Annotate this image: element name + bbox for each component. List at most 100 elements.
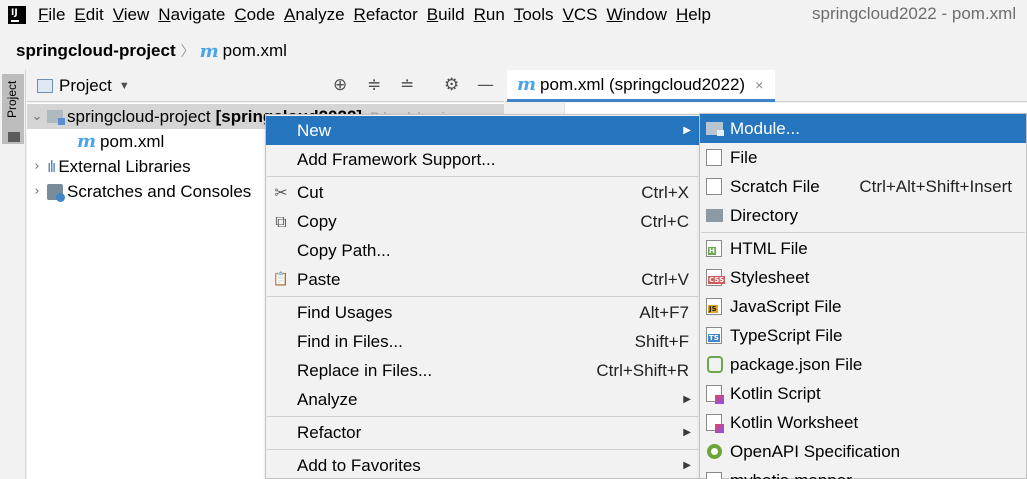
menu-item-find-in-files[interactable]: Find in Files... Shift+F <box>266 327 699 356</box>
ts-file-icon: TS <box>706 327 722 344</box>
menu-item-new[interactable]: New ▶ <box>266 116 699 145</box>
submenu-arrow-icon: ▶ <box>683 394 691 405</box>
kotlin-worksheet-icon <box>706 414 724 433</box>
menu-item-label: Copy <box>297 211 337 231</box>
hide-panel-icon[interactable]: — <box>477 75 494 95</box>
menu-refactor[interactable]: Refactor <box>354 5 418 25</box>
left-tool-strip: Project <box>0 70 26 479</box>
project-panel-title[interactable]: Project <box>59 76 112 96</box>
library-icon: ılı <box>47 157 56 176</box>
breadcrumb-file[interactable]: pom.xml <box>223 41 287 61</box>
menu-item-label: Add to Favorites <box>297 455 421 475</box>
submenu-arrow-icon: ▶ <box>683 427 691 438</box>
menu-analyze[interactable]: Analyze <box>284 5 344 25</box>
new-submenu: Module... File Scratch File Ctrl+Alt+Shi… <box>699 113 1027 479</box>
menu-navigate[interactable]: Navigate <box>158 5 225 25</box>
menu-item-shortcut: Shift+F <box>634 331 689 351</box>
menu-item-shortcut: Ctrl+Alt+Shift+Insert <box>859 176 1012 196</box>
menu-build[interactable]: Build <box>427 5 465 25</box>
maven-icon: m <box>199 40 219 62</box>
context-menu: New ▶ Add Framework Support... ✂ Cut Ctr… <box>265 114 700 479</box>
menu-item-copy-path[interactable]: Copy Path... <box>266 236 699 265</box>
close-icon[interactable]: × <box>755 77 763 93</box>
nodejs-icon <box>707 356 723 373</box>
menu-item-label: Scratch File <box>730 176 820 196</box>
menu-item-label: Directory <box>730 205 799 225</box>
chevron-down-icon[interactable]: ▼ <box>119 80 130 92</box>
maven-icon: m <box>77 131 97 152</box>
tree-row-external-libraries[interactable]: › ılı External Libraries <box>27 154 191 179</box>
submenu-item-package-json[interactable]: package.json File <box>700 350 1026 379</box>
menu-item-shortcut: Alt+F7 <box>639 302 689 322</box>
menu-item-label: Analyze <box>297 389 358 409</box>
submenu-item-file[interactable]: File <box>700 143 1026 172</box>
submenu-item-stylesheet[interactable]: CSS Stylesheet <box>700 263 1026 292</box>
menu-item-label: Replace in Files... <box>297 360 433 380</box>
menu-item-cut[interactable]: ✂ Cut Ctrl+X <box>266 178 699 207</box>
menu-item-label: package.json File <box>730 354 863 374</box>
menu-item-replace-in-files[interactable]: Replace in Files... Ctrl+Shift+R <box>266 356 699 385</box>
submenu-item-kotlin-worksheet[interactable]: Kotlin Worksheet <box>700 408 1026 437</box>
project-view-icon <box>37 78 53 93</box>
intellij-logo-icon: IJ <box>8 5 26 24</box>
html-file-icon: H <box>706 240 722 257</box>
menu-item-refactor[interactable]: Refactor ▶ <box>266 418 699 447</box>
menu-run[interactable]: Run <box>474 5 505 25</box>
submenu-item-javascript-file[interactable]: JS JavaScript File <box>700 292 1026 321</box>
menu-item-shortcut: Ctrl+X <box>641 182 689 202</box>
menu-item-analyze[interactable]: Analyze ▶ <box>266 385 699 414</box>
tree-row-scratches[interactable]: › Scratches and Consoles <box>27 179 251 204</box>
menu-help[interactable]: Help <box>676 5 711 25</box>
menu-item-add-framework-support[interactable]: Add Framework Support... <box>266 145 699 174</box>
copy-icon: ⧉ <box>275 211 287 231</box>
tree-row-pom[interactable]: m pom.xml <box>77 129 164 154</box>
submenu-item-directory[interactable]: Directory <box>700 201 1026 230</box>
submenu-item-mybatis-mapper[interactable]: mybatis-mapper <box>700 466 1026 479</box>
submenu-item-openapi[interactable]: OpenAPI Specification <box>700 437 1026 466</box>
folder-icon <box>8 132 20 142</box>
openapi-icon <box>707 444 722 459</box>
submenu-item-module[interactable]: Module... <box>700 114 1026 143</box>
submenu-item-html-file[interactable]: H HTML File <box>700 234 1026 263</box>
submenu-arrow-icon: ▶ <box>683 460 691 471</box>
maven-icon: m <box>517 74 537 95</box>
gear-icon[interactable]: ⚙ <box>444 75 459 95</box>
menu-view[interactable]: View <box>113 5 150 25</box>
menu-item-label: New <box>297 120 332 140</box>
menu-item-find-usages[interactable]: Find Usages Alt+F7 <box>266 298 699 327</box>
collapse-all-icon[interactable]: ≐ <box>400 75 414 95</box>
locate-icon[interactable]: ⊕ <box>333 75 347 95</box>
editor-tab-pom[interactable]: m pom.xml (springcloud2022) × <box>507 70 775 102</box>
menu-window[interactable]: Window <box>606 5 666 25</box>
expand-all-icon[interactable]: ≑ <box>367 75 381 95</box>
project-tool-tab[interactable]: Project <box>2 74 24 144</box>
chevron-down-icon[interactable]: ⌄ <box>27 109 47 124</box>
file-icon <box>706 149 722 166</box>
menu-item-label: Stylesheet <box>730 267 810 287</box>
menu-item-label: mybatis-mapper <box>730 471 852 479</box>
menu-item-label: Copy Path... <box>297 240 391 260</box>
submenu-item-kotlin-script[interactable]: Kotlin Script <box>700 379 1026 408</box>
module-icon <box>706 122 724 136</box>
menu-edit[interactable]: Edit <box>74 5 103 25</box>
submenu-item-scratch-file[interactable]: Scratch File Ctrl+Alt+Shift+Insert <box>700 172 1026 201</box>
menu-item-label: Kotlin Script <box>730 383 821 403</box>
menu-item-shortcut: Ctrl+C <box>640 211 689 231</box>
menu-item-label: Paste <box>297 269 341 289</box>
menu-item-label: Find Usages <box>297 302 393 322</box>
submenu-item-typescript-file[interactable]: TS TypeScript File <box>700 321 1026 350</box>
menu-vcs[interactable]: VCS <box>563 5 598 25</box>
menu-code[interactable]: Code <box>234 5 275 25</box>
menu-item-copy[interactable]: ⧉ Copy Ctrl+C <box>266 207 699 236</box>
menu-tools[interactable]: Tools <box>514 5 554 25</box>
menu-item-add-to-favorites[interactable]: Add to Favorites ▶ <box>266 451 699 479</box>
menu-item-label: JavaScript File <box>730 296 842 316</box>
menu-file[interactable]: File <box>38 5 65 25</box>
menu-item-label: Refactor <box>297 422 362 442</box>
menu-item-label: Cut <box>297 182 324 202</box>
chevron-right-icon[interactable]: › <box>27 184 47 199</box>
chevron-right-icon[interactable]: › <box>27 159 47 174</box>
menu-item-paste[interactable]: 📋 Paste Ctrl+V <box>266 265 699 294</box>
breadcrumb-project[interactable]: springcloud-project <box>16 41 176 61</box>
tree-external-name: External Libraries <box>58 156 191 176</box>
